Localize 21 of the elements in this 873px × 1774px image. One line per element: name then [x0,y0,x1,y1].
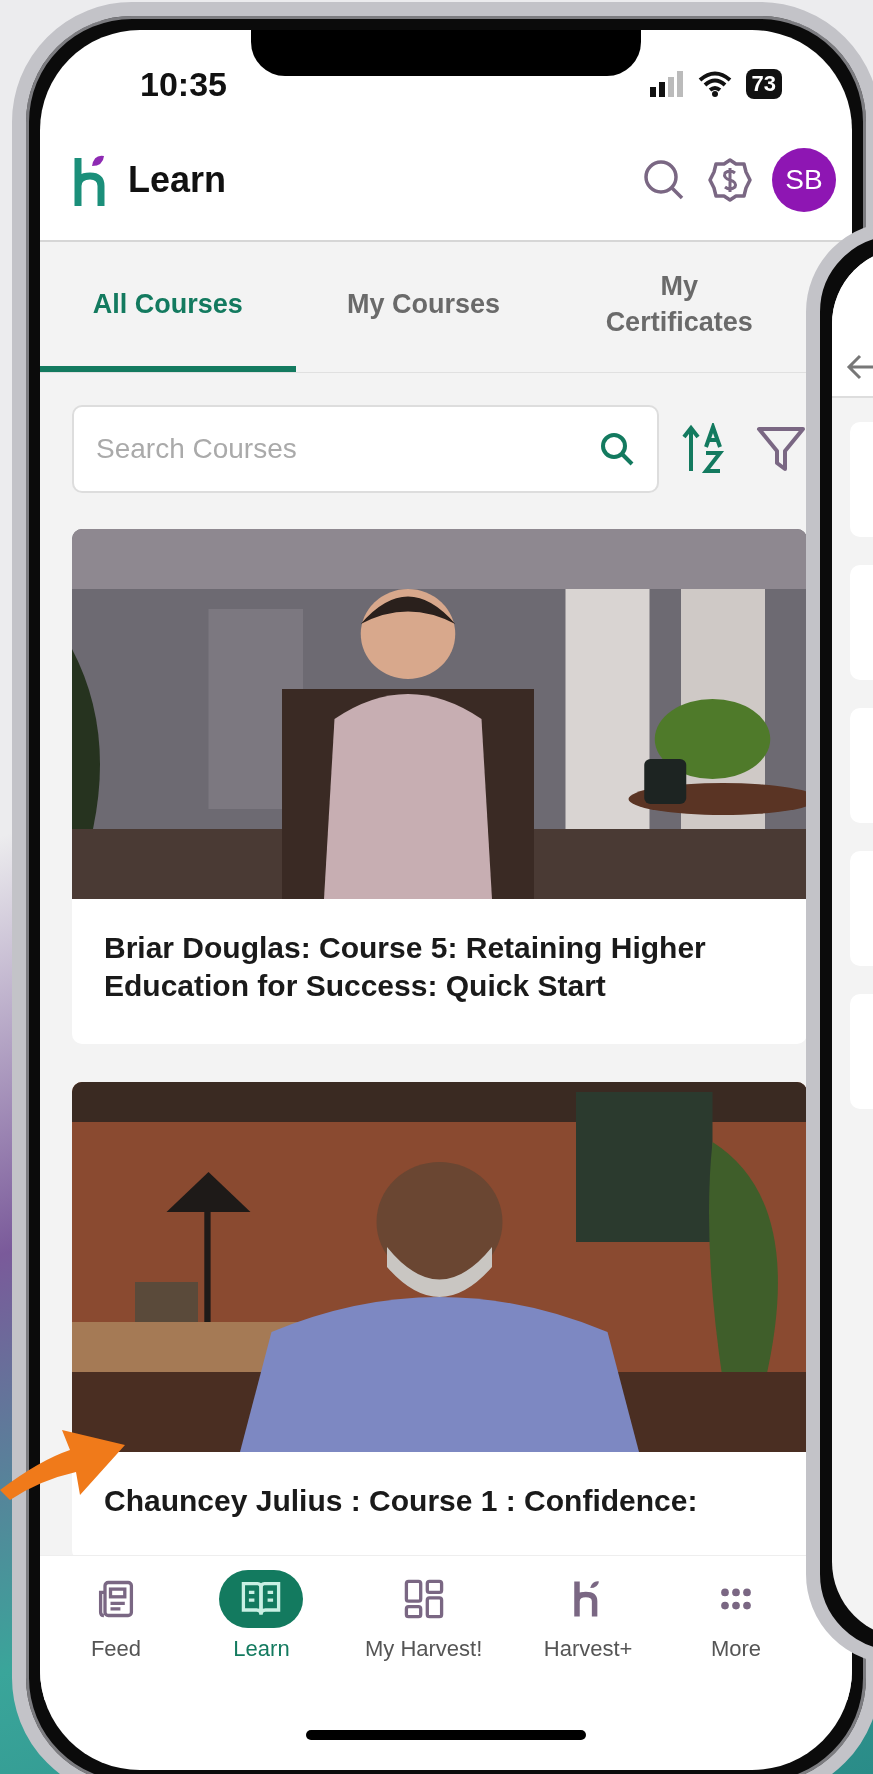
search-field[interactable]: Search Courses [72,405,659,493]
signal-icon [649,71,684,97]
dollar-badge-icon[interactable] [706,156,754,204]
user-avatar[interactable]: SB [772,148,836,212]
nav-item[interactable]: More [689,1570,782,1700]
course-card[interactable]: Chauncey Julius : Course 1 : Confidence: [72,1082,807,1555]
nav-item[interactable]: Feed [70,1570,162,1700]
nav-item[interactable]: Harvest+ [539,1570,637,1700]
tab[interactable]: My Courses [295,242,552,372]
tab[interactable]: All Courses [40,242,296,372]
nav-item[interactable]: My Harvest! [360,1570,487,1700]
status-time: 10:35 [140,64,227,104]
battery-level: 73 [745,69,782,99]
back-arrow-icon[interactable] [846,352,873,382]
wifi-icon [697,71,732,97]
page-title: Learn [128,159,228,201]
course-title: Chauncey Julius : Course 1 : Confidence: [103,1483,699,1519]
course-card[interactable]: Briar Douglas: Course 5: Retaining Higher Education for Success: Quick Start [72,529,807,1044]
nav-item[interactable]: Learn [215,1570,308,1700]
course-title: Briar Douglas: Course 5: Retaining Higher Education for Success: Quick Start [103,930,707,1004]
tab[interactable]: My Certificates [551,242,807,372]
